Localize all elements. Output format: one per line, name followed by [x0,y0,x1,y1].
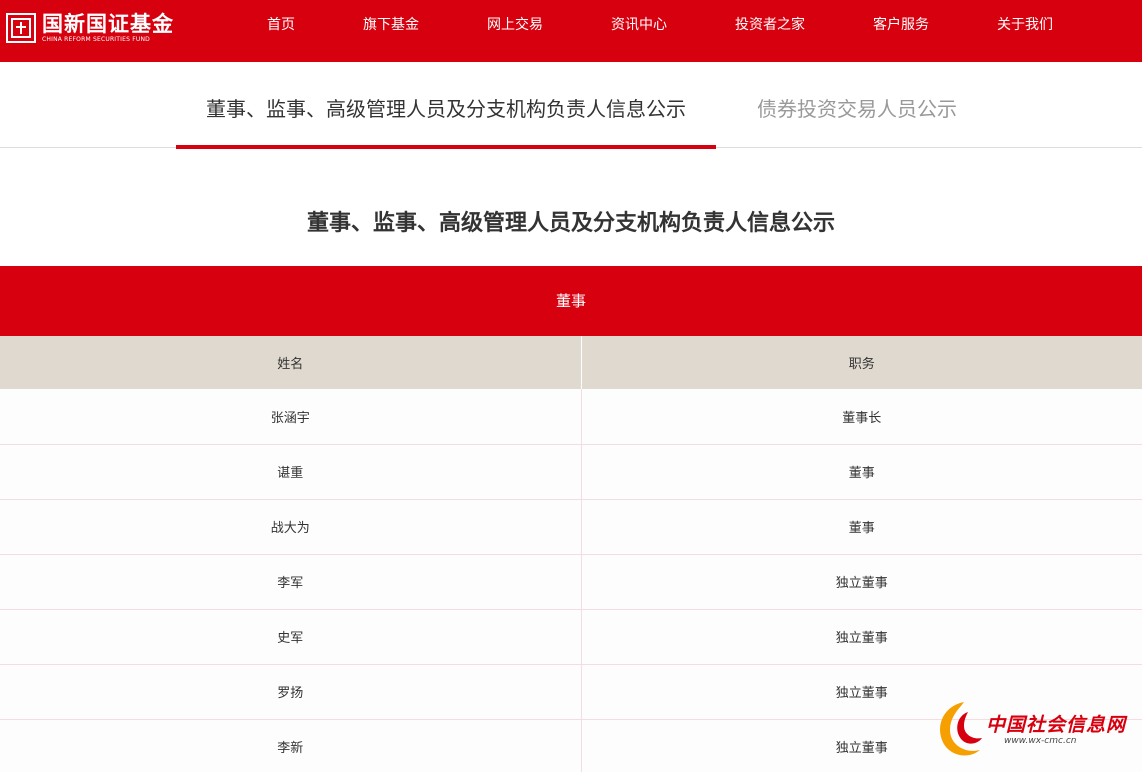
cell-position: 独立董事 [581,609,1142,665]
cell-name: 李新 [0,719,582,772]
disclosure-tabs: 董事、监事、高级管理人员及分支机构负责人信息公示 债券投资交易人员公示 [0,62,1142,149]
column-header-name: 姓名 [0,336,582,389]
cell-name: 战大为 [0,499,582,555]
table-row: 李军 独立董事 [0,554,1142,610]
nav-item-online-trading[interactable]: 网上交易 [487,0,543,50]
table-header-row: 姓名 职务 [0,336,1142,389]
site-watermark: 中国社会信息网 www.wx-cmc.cn [930,694,1142,772]
cell-name: 张涵宇 [0,389,582,445]
nav-item-news-center[interactable]: 资讯中心 [611,0,667,50]
main-nav: 首页 旗下基金 网上交易 资讯中心 投资者之家 客户服务 关于我们 [0,0,1142,62]
watermark-url: www.wx-cmc.cn [1004,736,1077,746]
cell-name: 罗扬 [0,664,582,720]
cell-name: 史军 [0,609,582,665]
column-header-position: 职务 [581,336,1142,389]
nav-item-home[interactable]: 首页 [267,0,295,50]
nav-item-customer-service[interactable]: 客户服务 [873,0,929,50]
top-navigation-bar: 国新国证基金 CHINA REFORM SECURITIES FUND 首页 旗… [0,0,1142,62]
cell-name: 谌重 [0,444,582,500]
nav-item-funds[interactable]: 旗下基金 [363,0,419,50]
watermark-site-name: 中国社会信息网 [986,714,1127,736]
tab-executives-disclosure[interactable]: 董事、监事、高级管理人员及分支机构负责人信息公示 [176,62,716,149]
nav-item-about-us[interactable]: 关于我们 [997,0,1053,50]
table-row: 谌重 董事 [0,444,1142,500]
cell-position: 独立董事 [581,554,1142,610]
cell-position: 董事长 [581,389,1142,445]
swirl-logo-icon [940,702,982,756]
section-title-directors: 董事 [0,266,1142,336]
cell-position: 董事 [581,444,1142,500]
cell-name: 李军 [0,554,582,610]
table-row: 史军 独立董事 [0,609,1142,665]
tab-bond-traders-disclosure[interactable]: 债券投资交易人员公示 [746,62,968,148]
table-row: 战大为 董事 [0,499,1142,555]
nav-item-investor-home[interactable]: 投资者之家 [735,0,805,50]
page-title: 董事、监事、高级管理人员及分支机构负责人信息公示 [306,211,835,236]
cell-position: 董事 [581,499,1142,555]
table-row: 张涵宇 董事长 [0,389,1142,445]
